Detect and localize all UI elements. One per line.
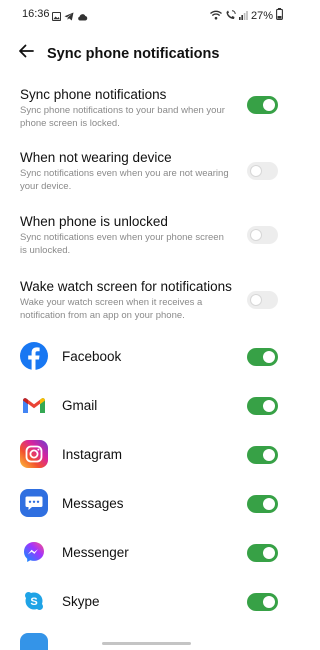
app-label: Facebook bbox=[62, 349, 122, 364]
header: Sync phone notifications bbox=[0, 38, 293, 68]
toggle-gmail[interactable] bbox=[247, 397, 278, 415]
app-label: Messenger bbox=[62, 545, 129, 560]
app-label: Gmail bbox=[62, 398, 98, 413]
wifi-icon bbox=[210, 7, 222, 25]
app-label: Instagram bbox=[62, 447, 123, 462]
setting-description: Sync phone notifications to your band wh… bbox=[20, 105, 225, 129]
toggle-knob bbox=[263, 351, 275, 363]
setting-title: When phone is unlocked bbox=[20, 214, 168, 229]
wifi-calling-icon bbox=[225, 7, 236, 25]
toggle-knob bbox=[263, 400, 275, 412]
toggle-knob bbox=[263, 596, 275, 608]
skype-icon: S bbox=[20, 587, 48, 615]
toggle-knob bbox=[263, 547, 275, 559]
toggle-knob bbox=[250, 165, 262, 177]
setting-sync-phone-notifications[interactable]: Sync phone notifications Sync phone noti… bbox=[20, 86, 278, 129]
setting-when-not-wearing-device[interactable]: When not wearing device Sync notificatio… bbox=[20, 149, 278, 192]
toggle-knob bbox=[263, 99, 275, 111]
app-row-messages[interactable]: Messages bbox=[20, 489, 278, 519]
page-title: Sync phone notifications bbox=[47, 46, 220, 62]
home-indicator[interactable] bbox=[102, 642, 191, 645]
app-row-skype[interactable]: S Skype bbox=[20, 587, 278, 617]
back-arrow-icon bbox=[18, 44, 34, 63]
status-time: 16:36 bbox=[22, 8, 50, 20]
app-row-instagram[interactable]: Instagram bbox=[20, 440, 278, 470]
facebook-icon bbox=[20, 342, 48, 370]
toggle-messenger[interactable] bbox=[247, 544, 278, 562]
toggle-messages[interactable] bbox=[247, 495, 278, 513]
app-row-facebook[interactable]: Facebook bbox=[20, 342, 278, 372]
toggle-when-phone-unlocked[interactable] bbox=[247, 226, 278, 244]
signal-icon bbox=[238, 7, 248, 25]
setting-when-phone-unlocked[interactable]: When phone is unlocked Sync notification… bbox=[20, 213, 278, 256]
app-row-messenger[interactable]: Messenger bbox=[20, 538, 278, 568]
toggle-knob bbox=[263, 449, 275, 461]
messages-icon bbox=[20, 489, 48, 517]
instagram-icon bbox=[20, 440, 48, 468]
app-row-gmail[interactable]: Gmail bbox=[20, 391, 278, 421]
toggle-wake-watch-screen[interactable] bbox=[247, 291, 278, 309]
setting-wake-watch-screen[interactable]: Wake watch screen for notifications Wake… bbox=[20, 278, 278, 321]
toggle-sync-phone-notifications[interactable] bbox=[247, 96, 278, 114]
status-bar: 16:36 27% bbox=[0, 0, 293, 28]
toggle-facebook[interactable] bbox=[247, 348, 278, 366]
app-label: Skype bbox=[62, 594, 100, 609]
toggle-instagram[interactable] bbox=[247, 446, 278, 464]
setting-title: Wake watch screen for notifications bbox=[20, 279, 232, 294]
battery-icon bbox=[276, 7, 283, 25]
setting-description: Sync notifications even when you are not… bbox=[20, 168, 229, 192]
toggle-knob bbox=[250, 229, 262, 241]
battery-percent: 27% bbox=[250, 10, 273, 22]
setting-description: Sync notifications even when your phone … bbox=[20, 232, 224, 256]
app-label: Messages bbox=[62, 496, 124, 511]
telegram-icon bbox=[64, 8, 74, 26]
partial-app-icon bbox=[20, 633, 48, 650]
cloud-icon bbox=[77, 8, 88, 26]
toggle-knob bbox=[263, 498, 275, 510]
status-right: 27% bbox=[210, 7, 283, 25]
toggle-knob bbox=[250, 294, 262, 306]
toggle-skype[interactable] bbox=[247, 593, 278, 611]
setting-title: When not wearing device bbox=[20, 150, 172, 165]
svg-text:S: S bbox=[30, 596, 37, 608]
gmail-icon bbox=[20, 391, 48, 419]
setting-description: Wake your watch screen when it receives … bbox=[20, 297, 203, 321]
back-button[interactable] bbox=[14, 41, 38, 65]
messenger-icon bbox=[20, 538, 48, 566]
screen: 16:36 27% Sync phone notifications Sync … bbox=[0, 0, 293, 650]
toggle-when-not-wearing-device[interactable] bbox=[247, 162, 278, 180]
setting-title: Sync phone notifications bbox=[20, 87, 167, 102]
status-left-icons bbox=[51, 8, 88, 26]
gallery-icon bbox=[51, 8, 62, 26]
